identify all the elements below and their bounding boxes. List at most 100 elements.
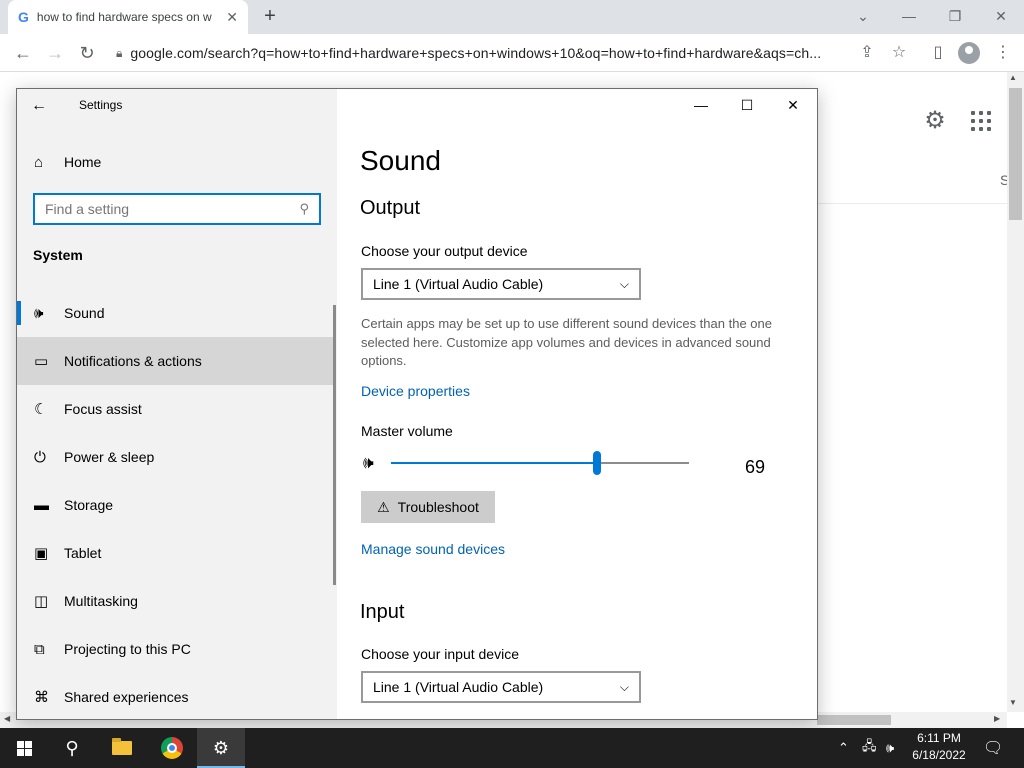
sidebar-item-storage[interactable]: ▬ Storage [17, 481, 333, 529]
back-arrow-icon[interactable]: ← [10, 40, 36, 66]
settings-content: — ☐ ✕ Sound Output Choose your output de… [337, 89, 817, 719]
shared-icon: ⌘ [34, 689, 49, 706]
bookmark-star-icon[interactable]: ☆ [886, 40, 912, 66]
maximize-button[interactable]: ☐ [725, 93, 769, 117]
forward-arrow-icon[interactable]: → [42, 40, 68, 66]
chevron-down-icon: ⌵ [619, 679, 629, 694]
sidebar-item-label: Multitasking [64, 593, 138, 609]
start-button[interactable] [0, 728, 48, 768]
search-icon: ⚲ [299, 201, 309, 216]
sidebar-item-label: Tablet [64, 545, 102, 561]
taskbar-clock[interactable]: 6:11 PM 6/18/2022 [906, 730, 972, 764]
input-heading: Input [360, 601, 405, 623]
sidebar-item-tablet[interactable]: ▣ Tablet [17, 529, 333, 577]
sidebar-item-projecting[interactable]: ⧉ Projecting to this PC [17, 625, 333, 673]
output-description: Certain apps may be set up to use differ… [361, 316, 772, 368]
sidebar-item-label: Focus assist [64, 401, 142, 417]
sidebar-item-focus-assist[interactable]: ☾ Focus assist [17, 385, 333, 433]
share-icon[interactable]: ⇪ [854, 40, 880, 66]
output-device-dropdown[interactable]: Line 1 (Virtual Audio Cable) ⌵ [361, 268, 641, 300]
warning-icon: ⚠ [377, 498, 390, 515]
restore-browser-button[interactable]: ❐ [940, 4, 970, 28]
clock-time: 6:11 PM [917, 731, 961, 745]
scroll-down-arrow-icon[interactable]: ▼ [1009, 698, 1017, 707]
tab-title: how to find hardware specs on w [36, 10, 212, 24]
close-button[interactable]: ✕ [771, 93, 815, 117]
minimize-browser-button[interactable]: — [894, 4, 924, 28]
projecting-icon: ⧉ [34, 640, 45, 658]
output-device-label: Choose your output device [361, 243, 528, 259]
output-heading: Output [360, 197, 421, 219]
reload-icon[interactable]: ↻ [74, 40, 100, 66]
google-settings-gear-icon[interactable]: ⚙ [922, 108, 948, 134]
sidebar-item-label: Sound [64, 305, 105, 321]
troubleshoot-label: Troubleshoot [397, 499, 479, 515]
sidebar-item-label: Notifications & actions [64, 353, 202, 369]
master-volume-label: Master volume [361, 423, 453, 439]
scroll-left-arrow-icon[interactable]: ◀ [4, 714, 10, 723]
close-tab-icon[interactable]: ✕ [226, 9, 238, 26]
home-nav-item[interactable]: ⌂ Home [17, 144, 337, 180]
address-bar[interactable]: 🔒︎ google.com/search?q=how+to+find+hardw… [110, 39, 920, 67]
google-apps-grid-icon[interactable] [968, 108, 994, 134]
settings-window: ← Settings ⌂ Home Find a setting ⚲ Syste… [16, 88, 818, 720]
scroll-up-arrow-icon[interactable]: ▲ [1009, 73, 1017, 82]
page-vertical-scroll-thumb[interactable] [1009, 88, 1022, 220]
file-explorer-icon[interactable] [98, 728, 146, 768]
windows-logo-icon [16, 740, 32, 756]
lock-icon: 🔒︎ [116, 45, 123, 60]
sidebar-item-shared-experiences[interactable]: ⌘ Shared experiences [17, 673, 333, 719]
sidebar-item-label: Shared experiences [64, 689, 189, 705]
settings-search-input[interactable]: Find a setting ⚲ [33, 193, 321, 225]
volume-slider-thumb[interactable] [593, 451, 601, 475]
scroll-right-arrow-icon[interactable]: ▶ [994, 714, 1000, 723]
sidebar-item-notifications[interactable]: ▭ Notifications & actions [17, 337, 333, 385]
section-title: System [33, 247, 83, 263]
settings-sidebar: ← Settings ⌂ Home Find a setting ⚲ Syste… [17, 89, 337, 719]
window-title: Settings [79, 98, 123, 112]
action-center-icon[interactable]: 🗨︎ [983, 728, 1003, 768]
show-hidden-icons-chevron-icon[interactable]: ⌃ [838, 728, 849, 768]
back-arrow-icon[interactable]: ← [31, 95, 55, 117]
browser-tab[interactable]: G how to find hardware specs on w ✕ [8, 0, 248, 34]
page-divider [817, 203, 1007, 204]
input-device-value: Line 1 (Virtual Audio Cable) [373, 679, 544, 695]
chevron-down-icon: ⌵ [619, 276, 629, 291]
volume-tray-icon[interactable]: 🕪︎ [886, 728, 894, 768]
sidebar-item-multitasking[interactable]: ◫ Multitasking [17, 577, 333, 625]
address-url: google.com/search?q=how+to+find+hardware… [130, 45, 822, 61]
input-device-label: Choose your input device [361, 646, 519, 662]
page-horizontal-scroll-thumb[interactable] [817, 715, 891, 725]
volume-slider-fill [391, 462, 597, 464]
search-taskbar-icon[interactable]: ⚲ [48, 728, 96, 768]
page-title: Sound [360, 145, 441, 176]
device-properties-link[interactable]: Device properties [361, 383, 470, 399]
speaker-icon: 🕪︎ [34, 304, 44, 322]
settings-gear-taskbar-icon[interactable]: ⚙ [197, 728, 245, 768]
storage-icon: ▬ [34, 496, 49, 514]
manage-sound-devices-link[interactable]: Manage sound devices [361, 541, 505, 557]
output-device-value: Line 1 (Virtual Audio Cable) [373, 276, 544, 292]
home-icon: ⌂ [34, 153, 44, 171]
troubleshoot-button[interactable]: ⚠ Troubleshoot [361, 491, 495, 523]
profile-avatar-icon[interactable] [958, 42, 980, 64]
speaker-volume-icon[interactable]: 🕪︎ [363, 453, 374, 473]
sidebar-item-sound[interactable]: 🕪︎ Sound [17, 289, 333, 337]
network-icon[interactable]: 🖧︎ [862, 728, 877, 768]
browser-menu-icon[interactable]: ⋮ [990, 40, 1016, 66]
multitasking-icon: ◫ [34, 593, 49, 610]
new-tab-button[interactable]: + [258, 4, 282, 28]
close-browser-button[interactable]: ✕ [986, 4, 1016, 28]
sidebar-item-label: Projecting to this PC [64, 641, 191, 657]
moon-icon: ☾ [34, 401, 48, 418]
side-panel-icon[interactable]: ▯ [925, 40, 951, 66]
tab-search-chevron-icon[interactable]: ⌄ [848, 4, 878, 28]
chrome-icon[interactable] [148, 728, 196, 768]
minimize-button[interactable]: — [679, 93, 723, 117]
sidebar-item-power-sleep[interactable]: ⏻ Power & sleep [17, 433, 333, 481]
sidebar-item-label: Power & sleep [64, 449, 155, 465]
search-placeholder: Find a setting [45, 201, 130, 217]
power-icon: ⏻ [34, 448, 46, 466]
sidebar-scrollbar[interactable] [333, 305, 336, 585]
input-device-dropdown[interactable]: Line 1 (Virtual Audio Cable) ⌵ [361, 671, 641, 703]
